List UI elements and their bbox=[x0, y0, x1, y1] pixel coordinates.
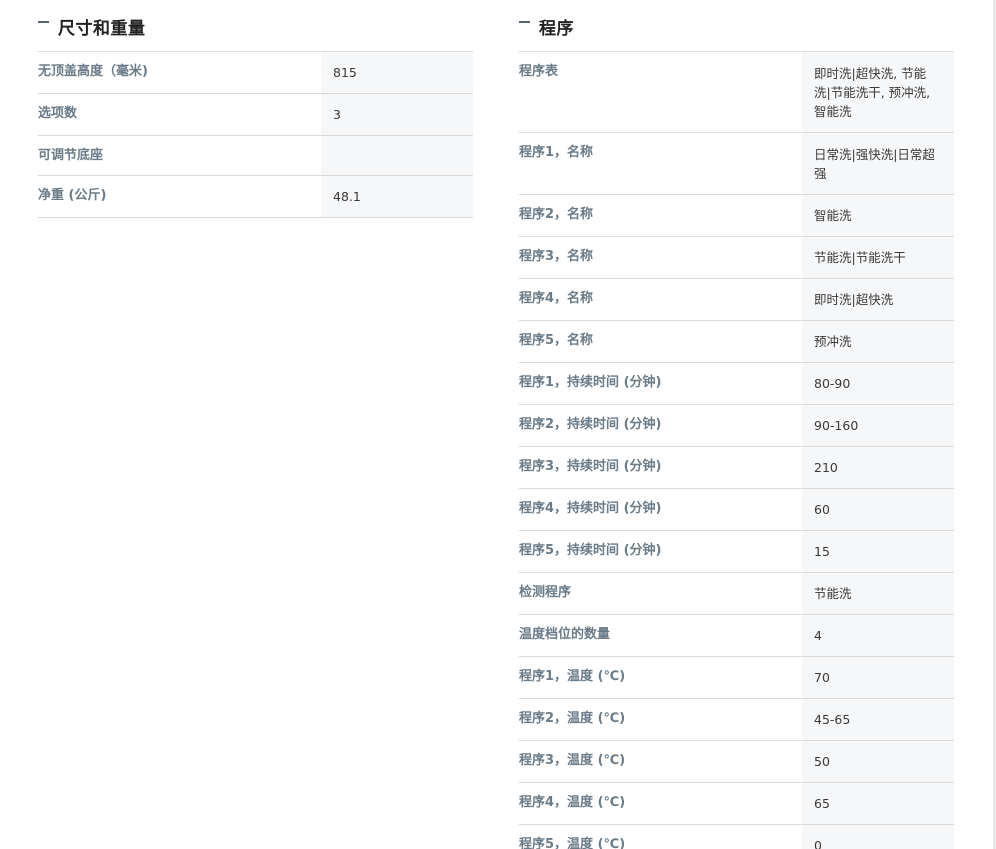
spec-label: 净重 (公斤) bbox=[38, 188, 107, 203]
dimensions-header[interactable]: 尺寸和重量 bbox=[38, 12, 473, 52]
collapse-icon[interactable] bbox=[38, 21, 49, 23]
table-row: 程序表 即时洗|超快洗, 节能洗|节能洗干, 预冲洗, 智能洗 bbox=[519, 52, 954, 133]
spec-label: 程序表 bbox=[519, 64, 559, 79]
spec-label: 程序2，温度 (℃) bbox=[519, 711, 626, 726]
spec-value: 即时洗|超快洗 bbox=[802, 279, 954, 320]
spec-label: 程序5，名称 bbox=[519, 333, 594, 348]
spec-label: 程序3，名称 bbox=[519, 249, 594, 264]
table-row: 程序2，温度 (℃) 45-65 bbox=[519, 699, 954, 741]
spec-value: 预冲洗 bbox=[802, 321, 954, 362]
spec-value: 即时洗|超快洗, 节能洗|节能洗干, 预冲洗, 智能洗 bbox=[802, 52, 954, 132]
spec-value: 节能洗|节能洗干 bbox=[802, 237, 954, 278]
spec-value: 50 bbox=[802, 741, 954, 782]
spec-value bbox=[321, 136, 473, 175]
spec-label: 程序1，名称 bbox=[519, 145, 594, 160]
dimensions-table: 无顶盖高度（毫米) 815 选项数 3 可调节底座 净重 (公斤) 48.1 bbox=[38, 52, 473, 218]
spec-value: 70 bbox=[802, 657, 954, 698]
spec-label: 温度档位的数量 bbox=[519, 627, 611, 642]
table-row: 无顶盖高度（毫米) 815 bbox=[38, 52, 473, 94]
table-row: 选项数 3 bbox=[38, 94, 473, 136]
spec-value: 0 bbox=[802, 825, 954, 849]
table-row: 程序1，持续时间 (分钟) 80-90 bbox=[519, 363, 954, 405]
table-row: 程序1，温度 (℃) 70 bbox=[519, 657, 954, 699]
section-title: 程序 bbox=[539, 19, 574, 39]
spec-label: 程序1，持续时间 (分钟) bbox=[519, 375, 662, 390]
dimensions-section: 尺寸和重量 无顶盖高度（毫米) 815 选项数 3 可调节底座 净重 (公斤) … bbox=[38, 12, 473, 218]
spec-label: 程序3，持续时间 (分钟) bbox=[519, 459, 662, 474]
programs-table: 程序表 即时洗|超快洗, 节能洗|节能洗干, 预冲洗, 智能洗 程序1，名称 日… bbox=[519, 52, 954, 849]
table-row: 程序1，名称 日常洗|强快洗|日常超强 bbox=[519, 133, 954, 195]
spec-value: 90-160 bbox=[802, 405, 954, 446]
table-row: 程序4，温度 (℃) 65 bbox=[519, 783, 954, 825]
table-row: 检测程序 节能洗 bbox=[519, 573, 954, 615]
table-row: 程序2，持续时间 (分钟) 90-160 bbox=[519, 405, 954, 447]
programs-header[interactable]: 程序 bbox=[519, 12, 954, 52]
spec-value: 815 bbox=[321, 52, 473, 93]
spec-value: 智能洗 bbox=[802, 195, 954, 236]
spec-label: 程序4，持续时间 (分钟) bbox=[519, 501, 662, 516]
table-row: 程序3，温度 (℃) 50 bbox=[519, 741, 954, 783]
spec-label: 程序4，温度 (℃) bbox=[519, 795, 626, 810]
programs-section: 程序 程序表 即时洗|超快洗, 节能洗|节能洗干, 预冲洗, 智能洗 程序1，名… bbox=[519, 12, 954, 849]
spec-value: 65 bbox=[802, 783, 954, 824]
table-row: 程序4，持续时间 (分钟) 60 bbox=[519, 489, 954, 531]
spec-label: 程序5，持续时间 (分钟) bbox=[519, 543, 662, 558]
spec-value: 4 bbox=[802, 615, 954, 656]
spec-value: 210 bbox=[802, 447, 954, 488]
spec-label: 可调节底座 bbox=[38, 148, 104, 163]
spec-label: 程序2，持续时间 (分钟) bbox=[519, 417, 662, 432]
table-row: 温度档位的数量 4 bbox=[519, 615, 954, 657]
table-row: 程序5，持续时间 (分钟) 15 bbox=[519, 531, 954, 573]
table-row: 程序3，持续时间 (分钟) 210 bbox=[519, 447, 954, 489]
table-row: 程序4，名称 即时洗|超快洗 bbox=[519, 279, 954, 321]
spec-page: 尺寸和重量 无顶盖高度（毫米) 815 选项数 3 可调节底座 净重 (公斤) … bbox=[0, 0, 996, 849]
spec-value: 80-90 bbox=[802, 363, 954, 404]
spec-value: 3 bbox=[321, 94, 473, 135]
spec-label: 选项数 bbox=[38, 106, 78, 121]
table-row: 程序3，名称 节能洗|节能洗干 bbox=[519, 237, 954, 279]
spec-label: 检测程序 bbox=[519, 585, 572, 600]
section-title: 尺寸和重量 bbox=[58, 19, 146, 39]
table-row: 程序2，名称 智能洗 bbox=[519, 195, 954, 237]
collapse-icon[interactable] bbox=[519, 21, 530, 23]
table-row: 程序5，名称 预冲洗 bbox=[519, 321, 954, 363]
spec-label: 无顶盖高度（毫米) bbox=[38, 64, 148, 79]
spec-value: 48.1 bbox=[321, 176, 473, 217]
spec-value: 60 bbox=[802, 489, 954, 530]
spec-label: 程序3，温度 (℃) bbox=[519, 753, 626, 768]
spec-value: 45-65 bbox=[802, 699, 954, 740]
table-row: 程序5，温度 (℃) 0 bbox=[519, 825, 954, 849]
spec-label: 程序5，温度 (℃) bbox=[519, 837, 626, 849]
table-row: 净重 (公斤) 48.1 bbox=[38, 176, 473, 218]
spec-value: 15 bbox=[802, 531, 954, 572]
spec-label: 程序1，温度 (℃) bbox=[519, 669, 626, 684]
spec-label: 程序2，名称 bbox=[519, 207, 594, 222]
spec-label: 程序4，名称 bbox=[519, 291, 594, 306]
table-row: 可调节底座 bbox=[38, 136, 473, 176]
spec-value: 日常洗|强快洗|日常超强 bbox=[802, 133, 954, 194]
spec-value: 节能洗 bbox=[802, 573, 954, 614]
